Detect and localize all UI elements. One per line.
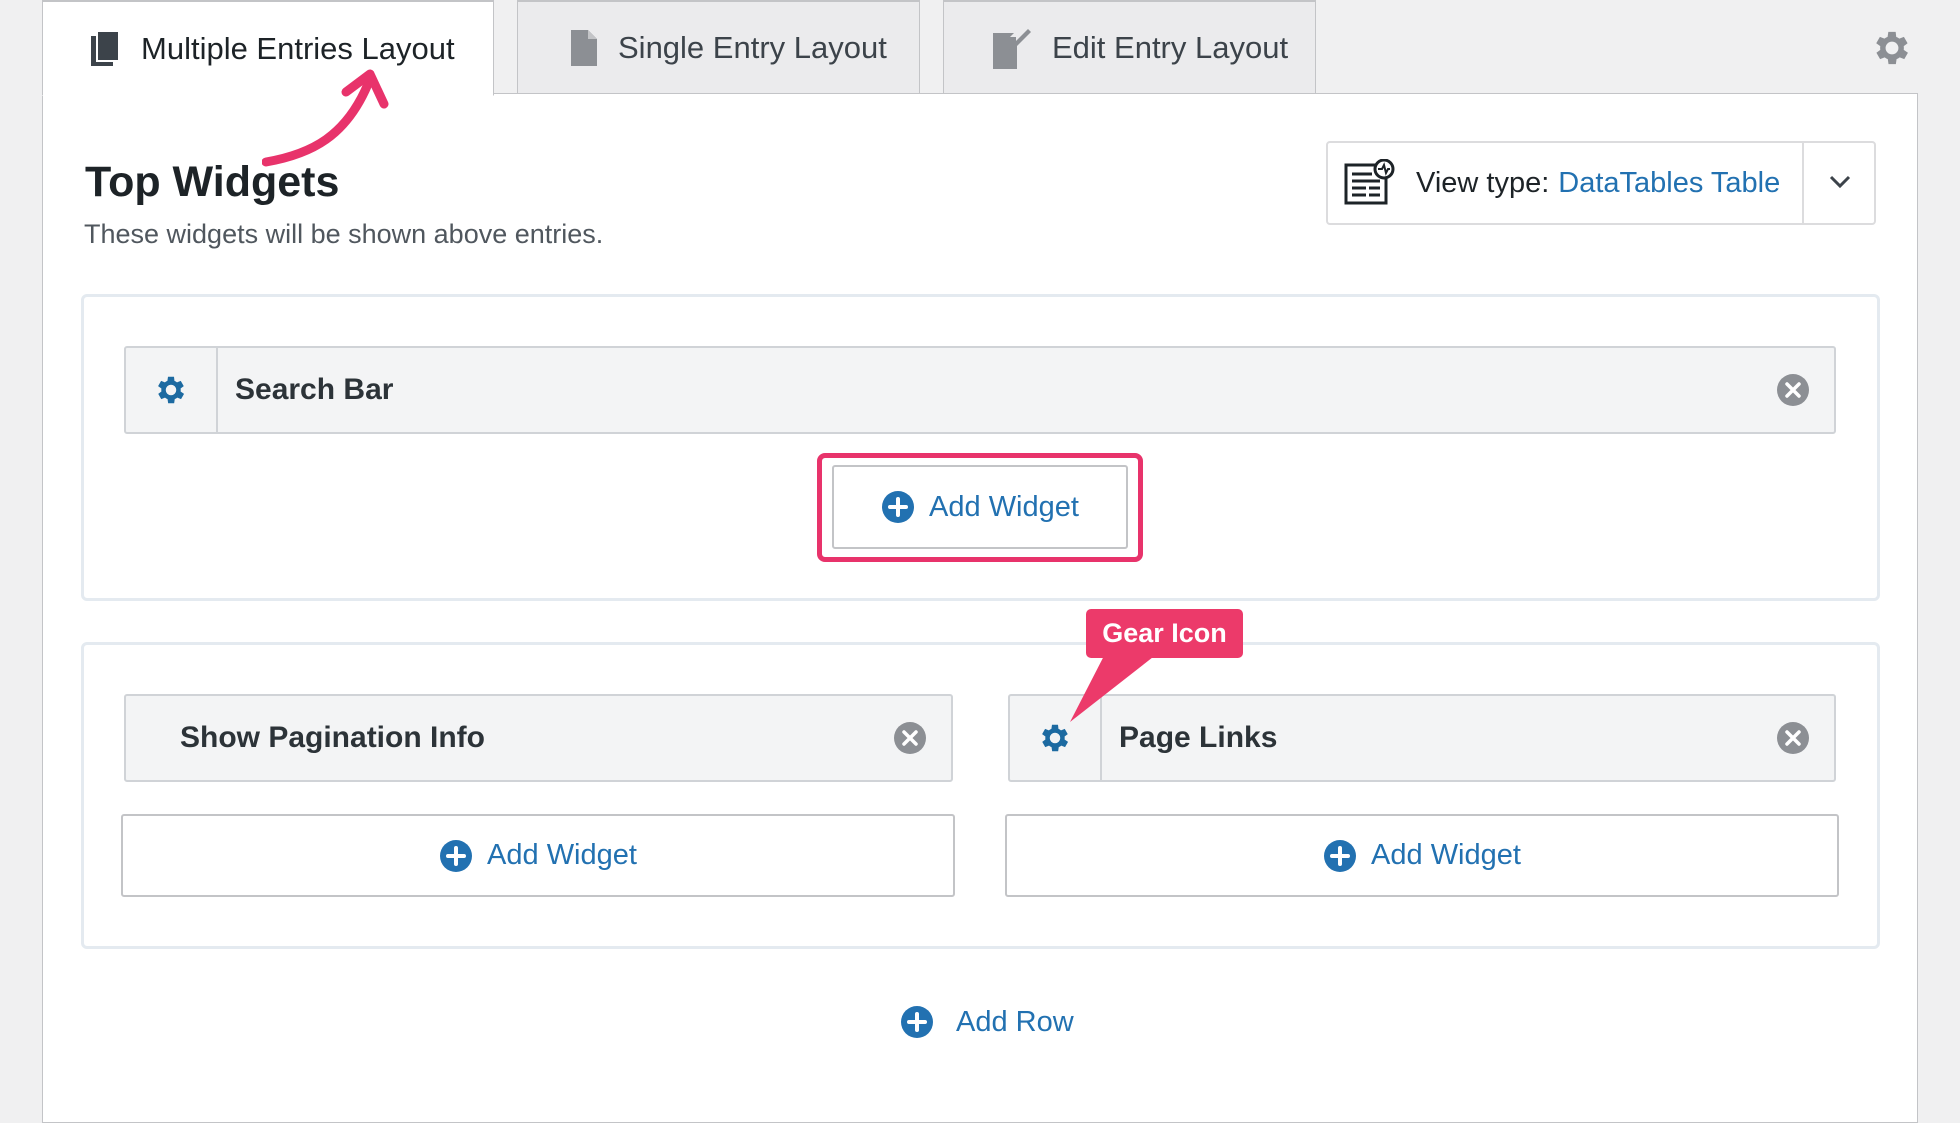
close-icon[interactable]	[1776, 373, 1810, 407]
widget-search-bar[interactable]: Search Bar	[124, 346, 1836, 434]
close-icon[interactable]	[893, 721, 927, 755]
view-type-value[interactable]: DataTables Table	[1558, 167, 1780, 200]
plus-circle-icon	[900, 1005, 934, 1039]
tab-label: Edit Entry Layout	[1052, 29, 1289, 65]
add-row-label: Add Row	[956, 1005, 1074, 1038]
widget-settings-button[interactable]	[126, 348, 218, 432]
document-icon	[570, 29, 598, 67]
callout-pointer	[1062, 650, 1172, 730]
widget-area-bottom	[81, 642, 1880, 949]
tab-label: Multiple Entries Layout	[141, 30, 455, 66]
tab-label: Single Entry Layout	[618, 29, 887, 65]
plus-circle-icon	[1323, 839, 1357, 873]
view-type-label: View type:	[1416, 166, 1550, 199]
divider	[1802, 143, 1804, 223]
tab-edit-entry-layout[interactable]: Edit Entry Layout	[943, 0, 1316, 94]
section-description: These widgets will be shown above entrie…	[84, 219, 604, 249]
add-row-button[interactable]: Add Row	[900, 1005, 1074, 1039]
widget-label: Search Bar	[235, 373, 394, 406]
add-widget-button[interactable]: Add Widget	[121, 814, 955, 897]
table-view-icon	[1344, 159, 1396, 207]
gear-icon	[153, 372, 189, 408]
chevron-down-icon[interactable]	[1826, 167, 1854, 195]
widget-label: Show Pagination Info	[180, 721, 485, 754]
copy-pages-icon	[89, 29, 121, 68]
plus-circle-icon	[439, 839, 473, 873]
widget-show-pagination-info[interactable]: Show Pagination Info	[124, 694, 953, 782]
edit-document-icon	[992, 27, 1032, 69]
tab-single-entry-layout[interactable]: Single Entry Layout	[517, 0, 920, 94]
highlight-box	[817, 453, 1143, 562]
annotation-arrow-icon	[262, 66, 392, 176]
close-icon[interactable]	[1776, 721, 1810, 755]
add-widget-label: Add Widget	[1371, 839, 1521, 871]
settings-gear-icon[interactable]	[1870, 26, 1914, 70]
add-widget-label: Add Widget	[487, 839, 637, 871]
view-type-selector[interactable]: View type: DataTables Table	[1326, 141, 1876, 225]
add-widget-button[interactable]: Add Widget	[1005, 814, 1839, 897]
